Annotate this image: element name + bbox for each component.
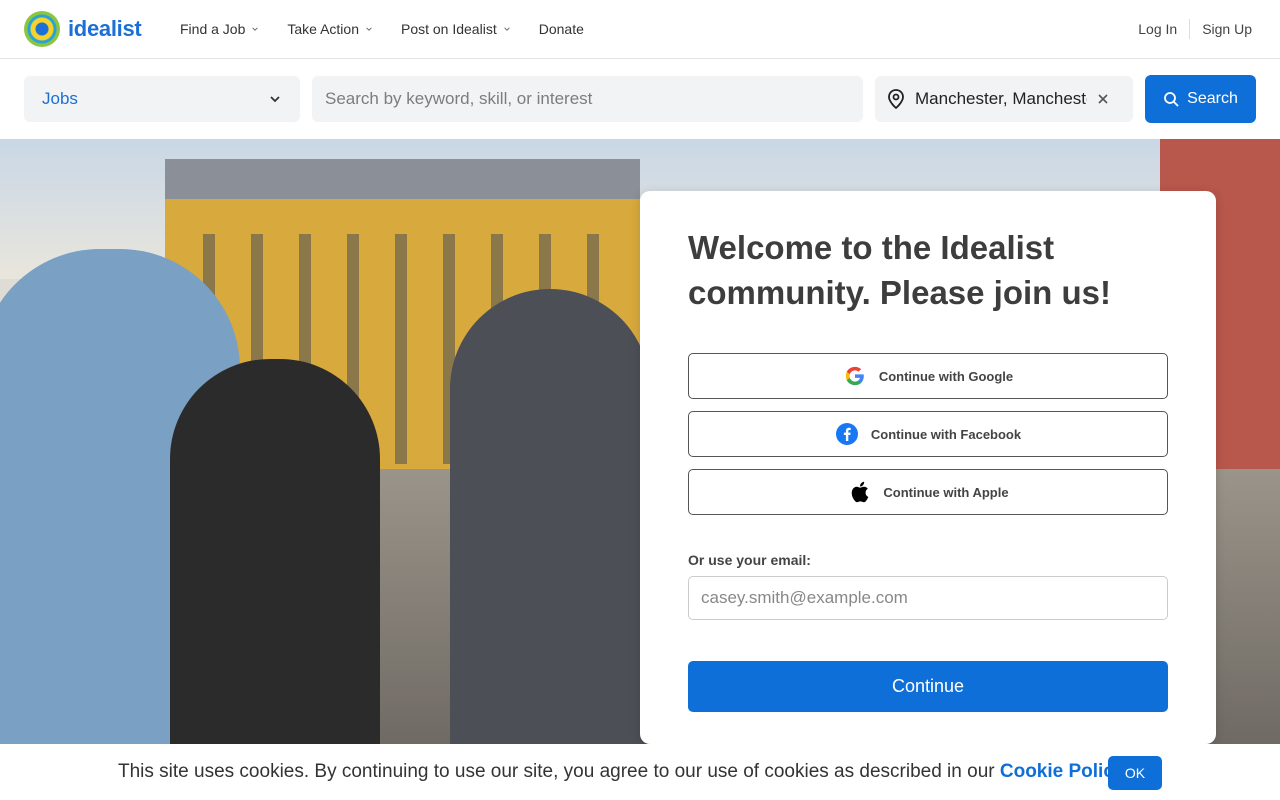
apple-icon xyxy=(847,480,871,504)
facebook-button-label: Continue with Facebook xyxy=(870,426,1022,442)
search-bar: Jobs Manchester, Manchester Search xyxy=(0,59,1280,139)
continue-with-facebook-button[interactable]: Continue with Facebook xyxy=(688,411,1168,457)
hero-person-curly-hair xyxy=(170,359,380,744)
chevron-down-icon xyxy=(252,27,259,31)
nav-take-action[interactable]: Take Action xyxy=(287,21,373,37)
chevron-down-icon xyxy=(503,27,510,31)
listing-type-select[interactable]: Jobs xyxy=(24,76,300,122)
auth-divider xyxy=(1189,19,1191,39)
cookie-message-text: This site uses cookies. By continuing to… xyxy=(118,761,1000,782)
auth-links: Log In Sign Up xyxy=(1138,0,1252,58)
idealist-logo[interactable]: idealist xyxy=(24,11,142,47)
nav-find-a-job[interactable]: Find a Job xyxy=(180,21,259,37)
email-label: Or use your email: xyxy=(688,552,811,568)
nav-donate[interactable]: Donate xyxy=(539,21,584,37)
email-field[interactable] xyxy=(688,576,1168,620)
main-nav: Find a Job Take Action Post on Idealist … xyxy=(180,0,612,58)
clear-location-icon[interactable] xyxy=(1097,93,1109,105)
nav-post-on-idealist[interactable]: Post on Idealist xyxy=(401,21,511,37)
top-navigation: idealist Find a Job Take Action Post on … xyxy=(0,0,1280,59)
cookie-banner: This site uses cookies. By continuing to… xyxy=(0,744,1280,800)
google-icon xyxy=(843,364,867,388)
listing-type-value: Jobs xyxy=(42,89,78,108)
location-field[interactable]: Manchester, Manchester xyxy=(875,76,1133,122)
keyword-search-input[interactable] xyxy=(312,76,863,122)
continue-with-google-button[interactable]: Continue with Google xyxy=(688,353,1168,399)
search-button[interactable]: Search xyxy=(1145,75,1256,123)
apple-button-label: Continue with Apple xyxy=(883,484,1009,500)
signup-heading: Welcome to the Idealist community. Pleas… xyxy=(688,229,1111,311)
search-icon xyxy=(1164,92,1179,107)
nav-take-action-label: Take Action xyxy=(287,21,359,37)
cookie-policy-link[interactable]: Cookie Policy xyxy=(1000,761,1125,782)
search-button-label: Search xyxy=(1187,90,1238,107)
continue-button[interactable]: Continue xyxy=(688,661,1168,712)
building-roof xyxy=(165,159,640,199)
signup-link[interactable]: Sign Up xyxy=(1202,21,1252,37)
brand-name: idealist xyxy=(68,16,142,41)
location-pin-icon xyxy=(888,89,904,109)
nav-post-on-idealist-label: Post on Idealist xyxy=(400,21,497,37)
location-value: Manchester, Manchester xyxy=(915,89,1087,108)
nav-donate-label: Donate xyxy=(538,21,584,37)
hero-person-bearded xyxy=(450,289,650,744)
cookie-message: This site uses cookies. By continuing to… xyxy=(118,761,1130,783)
google-button-label: Continue with Google xyxy=(878,368,1014,384)
chevron-down-icon xyxy=(366,27,372,31)
signup-card: Welcome to the Idealist community. Pleas… xyxy=(640,191,1216,744)
nav-find-a-job-label: Find a Job xyxy=(180,21,246,37)
facebook-icon xyxy=(835,422,859,446)
continue-with-apple-button[interactable]: Continue with Apple xyxy=(688,469,1168,515)
idealist-logo-icon xyxy=(24,11,60,47)
cookie-ok-button[interactable]: OK xyxy=(1108,756,1162,790)
login-link[interactable]: Log In xyxy=(1138,21,1177,37)
chevron-down-icon xyxy=(270,96,280,103)
